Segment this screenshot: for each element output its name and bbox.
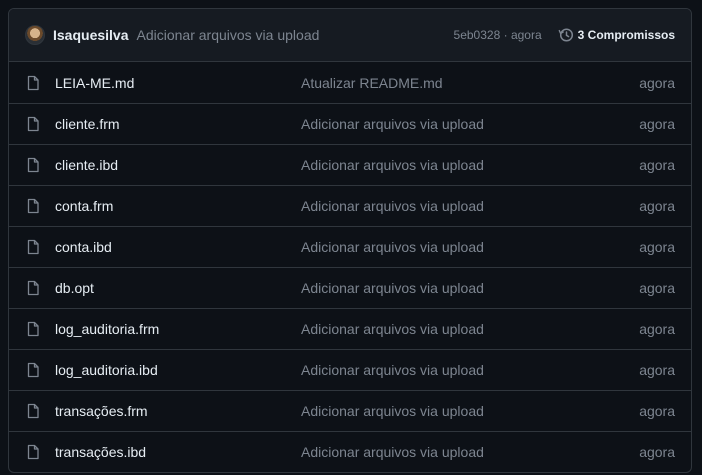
file-row[interactable]: transações.frm Adicionar arquivos via upl…: [9, 390, 691, 431]
file-age: agora: [639, 157, 675, 173]
file-commit-message-link[interactable]: Adicionar arquivos via upload: [301, 280, 639, 296]
file-commit-message-link[interactable]: Adicionar arquivos via upload: [301, 362, 639, 378]
file-icon: [25, 75, 41, 91]
file-commit-message-link[interactable]: Adicionar arquivos via upload: [301, 116, 639, 132]
file-icon: [25, 198, 41, 214]
file-icon: [25, 321, 41, 337]
file-commit-message-link[interactable]: Atualizar README.md: [301, 75, 639, 91]
file-name-link[interactable]: cliente.ibd: [55, 157, 301, 173]
commit-sha-link[interactable]: 5eb0328: [454, 28, 501, 42]
file-name-link[interactable]: log_auditoria.ibd: [55, 362, 301, 378]
file-commit-message-link[interactable]: Adicionar arquivos via upload: [301, 444, 639, 460]
commit-message-link[interactable]: Adicionar arquivos via upload: [137, 27, 320, 43]
file-row[interactable]: cliente.ibd Adicionar arquivos via upload…: [9, 144, 691, 185]
file-name-link[interactable]: transações.ibd: [55, 444, 301, 460]
latest-commit-bar: Isaquesilva Adicionar arquivos via uploa…: [9, 9, 691, 62]
file-row[interactable]: log_auditoria.frm Adicionar arquivos via …: [9, 308, 691, 349]
file-age: agora: [639, 280, 675, 296]
file-commit-message-link[interactable]: Adicionar arquivos via upload: [301, 198, 639, 214]
repository-file-list: Isaquesilva Adicionar arquivos via uploa…: [8, 8, 692, 473]
file-icon: [25, 362, 41, 378]
file-row[interactable]: conta.frm Adicionar arquivos via upload ag…: [9, 185, 691, 226]
file-icon: [25, 280, 41, 296]
file-row[interactable]: LEIA-ME.md Atualizar README.md agora: [9, 62, 691, 103]
file-rows: LEIA-ME.md Atualizar README.md agora client…: [9, 62, 691, 472]
file-name-link[interactable]: conta.frm: [55, 198, 301, 214]
file-commit-message-link[interactable]: Adicionar arquivos via upload: [301, 403, 639, 419]
file-row[interactable]: log_auditoria.ibd Adicionar arquivos via …: [9, 349, 691, 390]
file-age: agora: [639, 74, 675, 91]
file-icon: [25, 116, 41, 132]
file-row[interactable]: db.opt Adicionar arquivos via upload agora: [9, 267, 691, 308]
meta-separator: ·: [503, 28, 508, 42]
file-name-link[interactable]: db.opt: [55, 280, 301, 296]
file-name-link[interactable]: transações.frm: [55, 403, 301, 419]
file-icon: [25, 157, 41, 173]
file-age: agora: [639, 403, 675, 419]
file-icon: [25, 239, 41, 255]
file-name-link[interactable]: LEIA-ME.md: [55, 75, 301, 91]
file-name-link[interactable]: conta.ibd: [55, 239, 301, 255]
file-name-link[interactable]: log_auditoria.frm: [55, 321, 301, 337]
file-row[interactable]: transações.ibd Adicionar arquivos via upl…: [9, 431, 691, 472]
file-row[interactable]: cliente.frm Adicionar arquivos via upload…: [9, 103, 691, 144]
file-commit-message-link[interactable]: Adicionar arquivos via upload: [301, 321, 639, 337]
file-icon: [25, 444, 41, 460]
file-commit-message-link[interactable]: Adicionar arquivos via upload: [301, 157, 639, 173]
file-age: agora: [639, 321, 675, 337]
file-icon: [25, 403, 41, 419]
commit-meta: 5eb0328 · agora: [454, 28, 542, 42]
file-row[interactable]: conta.ibd Adicionar arquivos via upload ag…: [9, 226, 691, 267]
file-age: agora: [639, 239, 675, 255]
file-age: agora: [639, 362, 675, 378]
history-label: 3 Compromissos: [577, 28, 675, 42]
commit-age: agora: [510, 28, 542, 42]
history-icon: [558, 28, 573, 42]
file-name-link[interactable]: cliente.frm: [55, 116, 301, 132]
file-commit-message-link[interactable]: Adicionar arquivos via upload: [301, 239, 639, 255]
file-age: agora: [639, 444, 675, 460]
file-age: agora: [639, 198, 675, 214]
file-age: agora: [639, 116, 675, 132]
commit-history-link[interactable]: 3 Compromissos: [558, 27, 675, 43]
commit-author-link[interactable]: Isaquesilva: [53, 27, 129, 43]
author-avatar[interactable]: [25, 25, 45, 45]
